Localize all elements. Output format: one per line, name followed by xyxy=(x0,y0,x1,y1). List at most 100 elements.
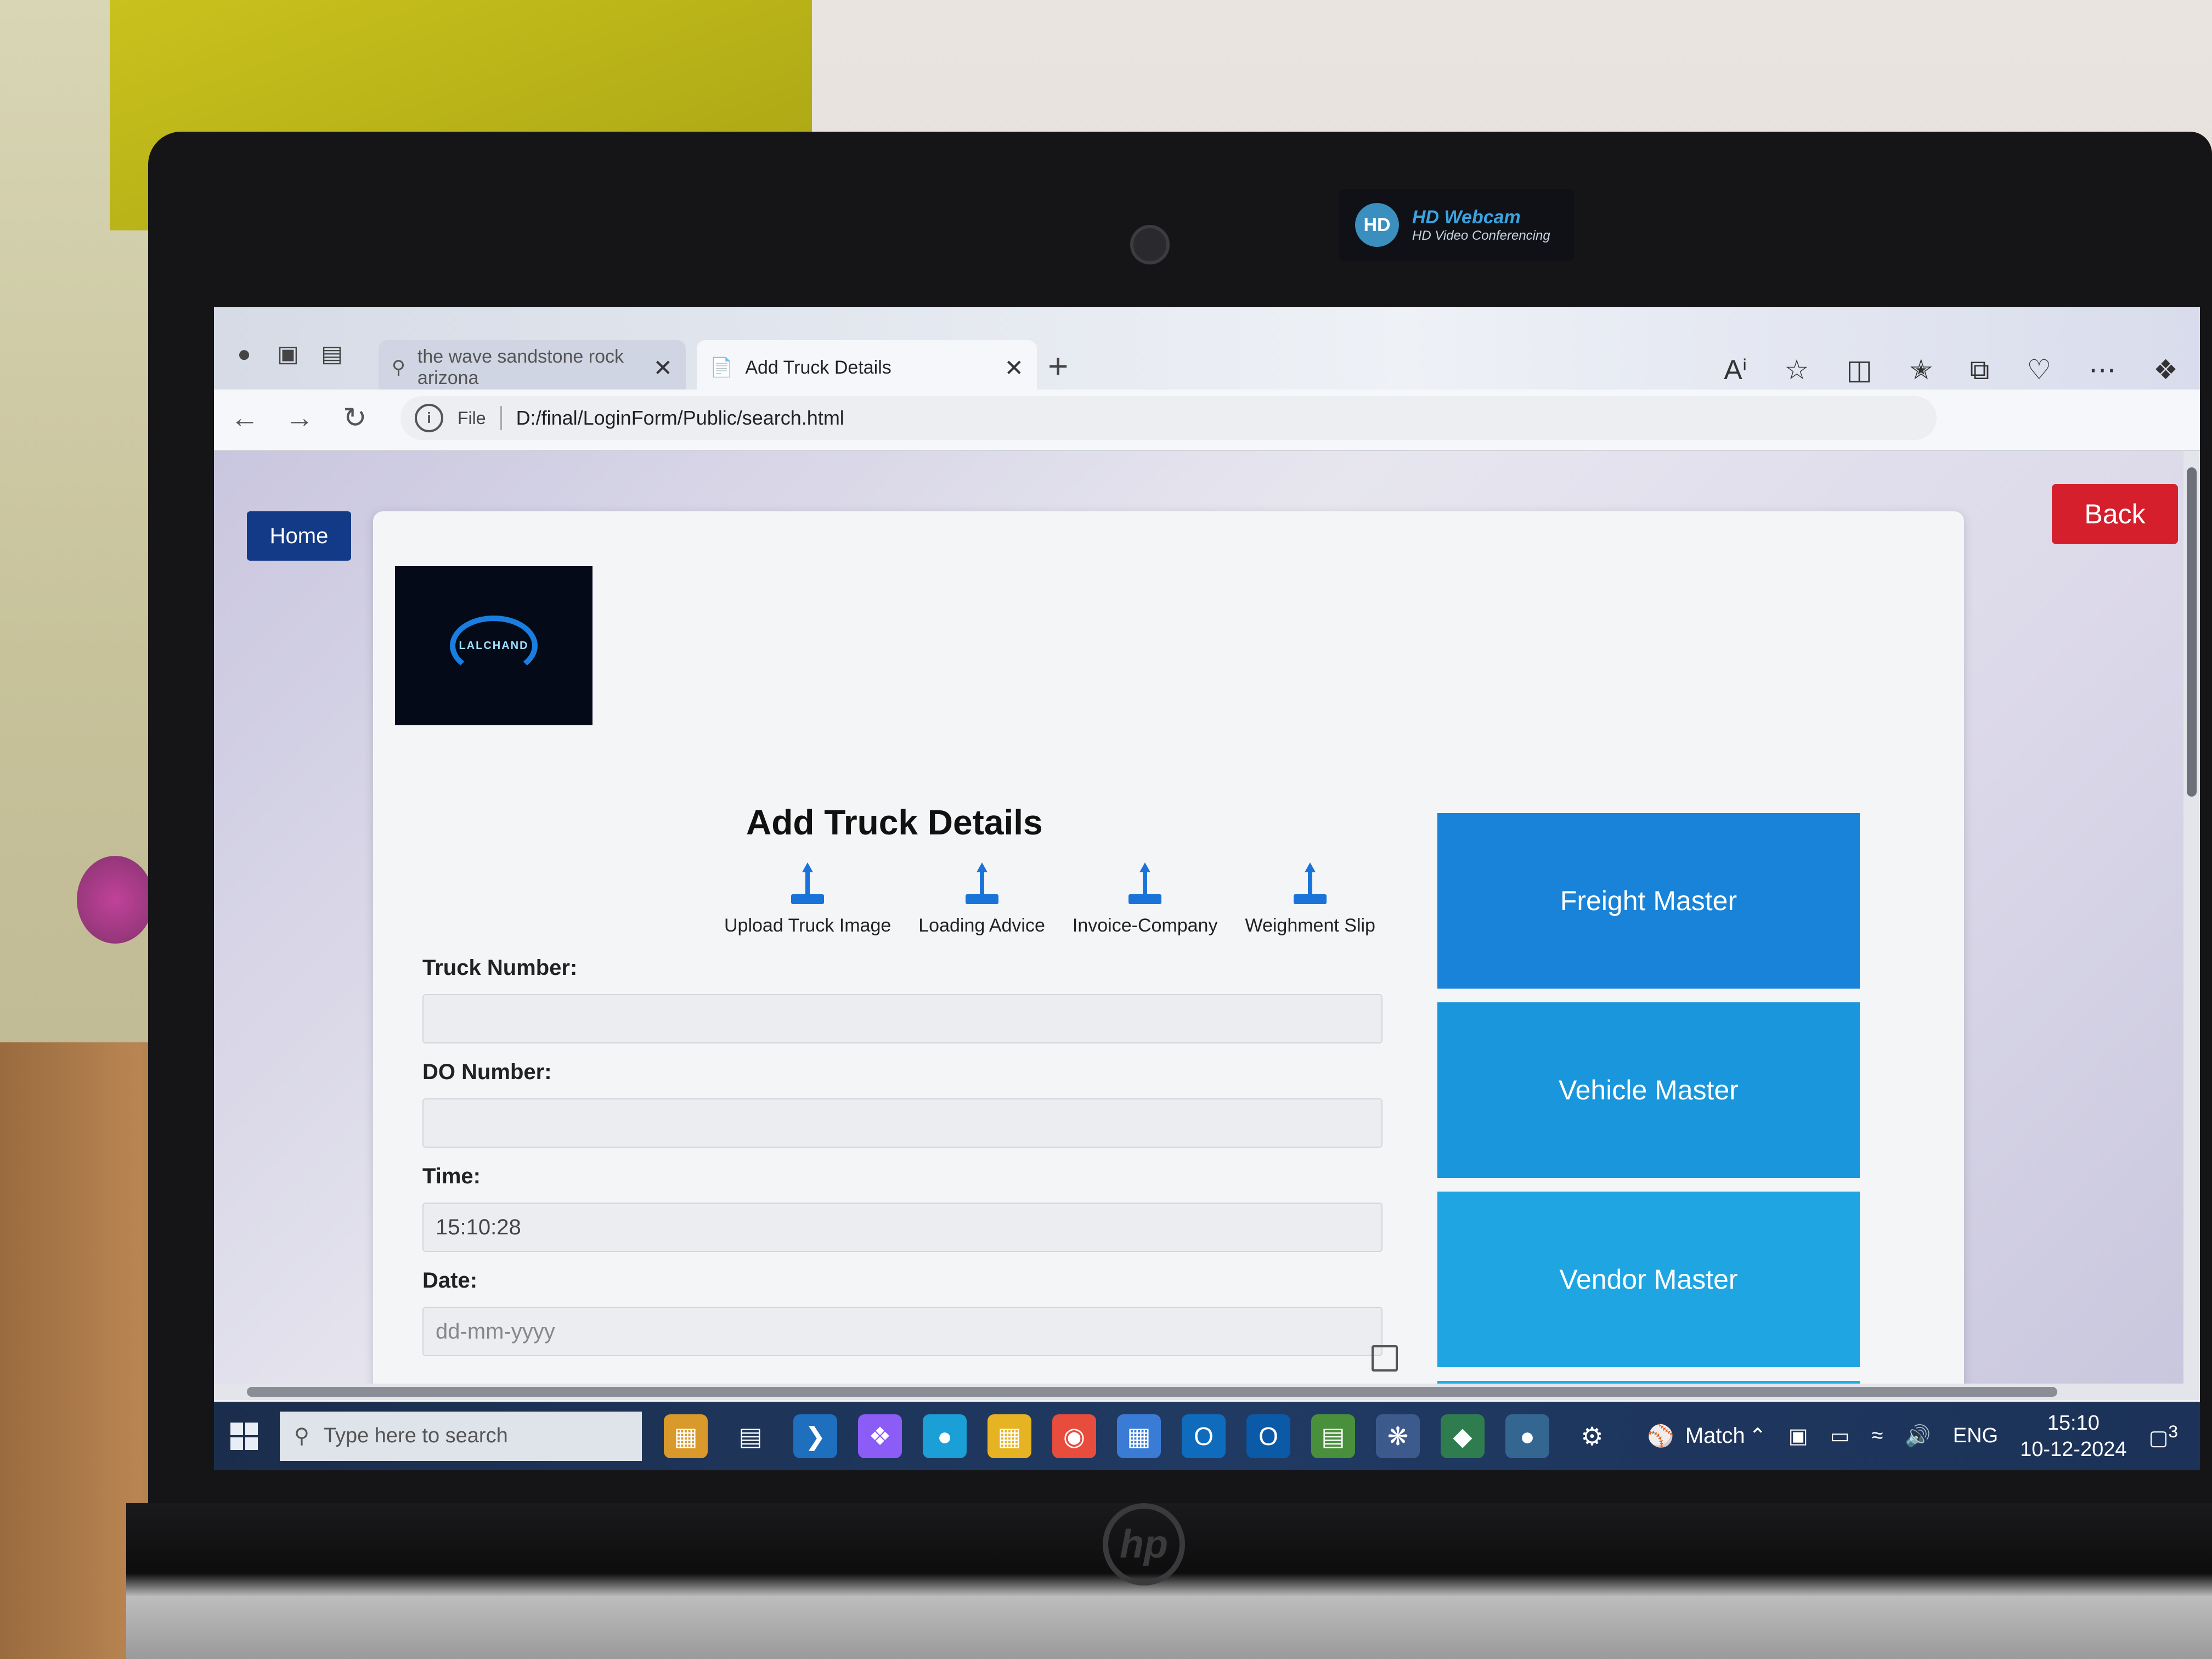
calendar-icon[interactable] xyxy=(1372,1345,1398,1372)
scroll-thumb[interactable] xyxy=(247,1387,2057,1397)
copilot-icon[interactable]: ❖ xyxy=(858,1414,902,1458)
upload-icon xyxy=(1290,862,1330,906)
url-text[interactable]: D:/final/LoginForm/Public/search.html xyxy=(516,407,844,430)
do-number-input[interactable] xyxy=(422,1098,1383,1148)
system-tray: ⌃ ▣ ▭ ≈ 🔊 ENG 15:10 10-12-2024 ▢3 xyxy=(1749,1410,2178,1463)
upload-label: Upload Truck Image xyxy=(724,915,891,936)
tab-add-truck-details[interactable]: 📄 Add Truck Details ✕ xyxy=(697,340,1037,395)
scroll-thumb[interactable] xyxy=(2187,467,2197,797)
back-button[interactable]: Back xyxy=(2052,484,2178,544)
truck-number-input[interactable] xyxy=(422,994,1383,1043)
vscode-icon[interactable]: ❯ xyxy=(793,1414,837,1458)
cricket-icon: ⚾ xyxy=(1647,1424,1674,1448)
invoice-company-button[interactable]: Invoice-Company xyxy=(1072,862,1218,936)
search-icon: ⚲ xyxy=(294,1425,309,1448)
vehicle-master-button[interactable]: Vehicle Master xyxy=(1437,1002,1860,1178)
upload-label: Invoice-Company xyxy=(1072,915,1218,936)
freight-master-button[interactable]: Freight Master xyxy=(1437,813,1860,989)
company-logo: LALCHAND xyxy=(395,566,592,725)
compass-icon[interactable]: ❋ xyxy=(1376,1414,1420,1458)
form-card: LALCHAND Add Truck Details Upload Truck … xyxy=(373,511,1964,1384)
notifications-icon[interactable]: ▢3 xyxy=(2148,1421,2178,1451)
search-icon: ⚲ xyxy=(392,357,405,378)
close-icon[interactable]: ✕ xyxy=(1005,354,1024,381)
favorites-list-icon[interactable]: ✭ xyxy=(1910,354,1933,386)
favorite-star-icon[interactable]: ☆ xyxy=(1785,354,1809,386)
browser-essentials-icon[interactable]: ♡ xyxy=(2027,354,2051,386)
tab-actions-icon[interactable]: ▤ xyxy=(318,340,346,368)
forward-arrow-icon[interactable]: → xyxy=(285,402,314,435)
postgres-icon[interactable]: ● xyxy=(1505,1414,1549,1458)
logo-mark: LALCHAND xyxy=(450,616,538,676)
time-input[interactable]: 15:10:28 xyxy=(422,1203,1383,1252)
task-view-icon[interactable]: ▤ xyxy=(729,1414,772,1458)
collections-icon[interactable]: ⧉ xyxy=(1970,354,1990,386)
upload-label: Weighment Slip xyxy=(1245,915,1375,936)
chrome-icon[interactable]: ◉ xyxy=(1052,1414,1096,1458)
weather-widget[interactable]: ⚾ Match xyxy=(1647,1423,1745,1449)
browser-tab-bar: ● ▣ ▤ ⚲ the wave sandstone rock arizona … xyxy=(214,307,2200,395)
truck-number-label: Truck Number: xyxy=(422,956,578,980)
browser-toolbar: Aⁱ ☆ ◫ ✭ ⧉ ♡ ⋯ ❖ xyxy=(1724,354,2178,386)
address-bar[interactable]: i File D:/final/LoginForm/Public/search.… xyxy=(400,396,1937,440)
hp-logo: hp xyxy=(1103,1503,1185,1585)
new-tab-plus-icon[interactable]: + xyxy=(1048,346,1068,386)
profile-icon[interactable]: ● xyxy=(230,340,258,368)
chart-app-icon[interactable]: ▤ xyxy=(1311,1414,1355,1458)
upload-label: Loading Advice xyxy=(918,915,1045,936)
horizontal-scrollbar[interactable] xyxy=(214,1384,2183,1400)
wifi-icon[interactable]: ≈ xyxy=(1872,1424,1883,1448)
date-label: Date: xyxy=(422,1268,478,1293)
language-indicator[interactable]: ENG xyxy=(1953,1424,1998,1448)
upload-truck-image-button[interactable]: Upload Truck Image xyxy=(724,862,891,936)
windows-start-icon[interactable] xyxy=(230,1422,258,1450)
outlook-new-icon[interactable]: O xyxy=(1246,1414,1290,1458)
chevron-up-icon[interactable]: ⌃ xyxy=(1749,1424,1767,1448)
more-menu-icon[interactable]: ⋯ xyxy=(2089,354,2116,386)
split-screen-icon[interactable]: ◫ xyxy=(1846,354,1872,386)
weighment-slip-button[interactable]: Weighment Slip xyxy=(1245,862,1375,936)
tab-search-result[interactable]: ⚲ the wave sandstone rock arizona ✕ xyxy=(379,340,686,395)
upload-icon xyxy=(962,862,1002,906)
webcam-icon: HD xyxy=(1355,203,1399,247)
vendor-master-button[interactable]: Vendor Master xyxy=(1437,1192,1860,1367)
windows-taskbar: ⚲ Type here to search ▦ ▤ ❯ ❖ ● ▦ ◉ ▦ O … xyxy=(214,1402,2200,1470)
notification-count: 3 xyxy=(2168,1421,2178,1442)
do-number-label: DO Number: xyxy=(422,1060,552,1084)
date-input[interactable]: dd-mm-yyyy xyxy=(422,1307,1383,1356)
taskbar-apps: ▦ ▤ ❯ ❖ ● ▦ ◉ ▦ O O ▤ ❋ ◆ ● ⚙ xyxy=(664,1414,1614,1458)
home-button[interactable]: Home xyxy=(247,511,351,561)
refresh-icon[interactable]: ↻ xyxy=(343,402,367,435)
loading-advice-button[interactable]: Loading Advice xyxy=(918,862,1045,936)
read-aloud-icon[interactable]: Aⁱ xyxy=(1724,354,1747,386)
vertical-scrollbar[interactable] xyxy=(2183,451,2200,1400)
webcam-lens xyxy=(1130,225,1170,264)
edge-icon[interactable]: ● xyxy=(923,1414,967,1458)
display-icon[interactable]: ▣ xyxy=(1788,1424,1808,1448)
battery-icon[interactable]: ▭ xyxy=(1830,1424,1850,1448)
upload-icon xyxy=(1125,862,1165,906)
mongodb-icon[interactable]: ◆ xyxy=(1441,1414,1485,1458)
webcam-title: HD Webcam xyxy=(1412,206,1521,228)
briefcase-icon[interactable]: ▦ xyxy=(664,1414,708,1458)
time-label: Time: xyxy=(422,1164,481,1188)
clock[interactable]: 15:10 10-12-2024 xyxy=(2020,1410,2126,1463)
info-icon[interactable]: i xyxy=(415,404,443,432)
settings-gear-icon[interactable]: ⚙ xyxy=(1570,1414,1614,1458)
workspaces-icon[interactable]: ▣ xyxy=(274,340,302,368)
url-divider xyxy=(500,406,502,430)
store-icon[interactable]: ▦ xyxy=(1117,1414,1161,1458)
search-placeholder: Type here to search xyxy=(323,1424,508,1447)
taskbar-search[interactable]: ⚲ Type here to search xyxy=(280,1411,642,1461)
file-explorer-icon[interactable]: ▦ xyxy=(988,1414,1031,1458)
copilot-icon[interactable]: ❖ xyxy=(2153,354,2178,386)
tab-label: the wave sandstone rock arizona xyxy=(417,346,624,388)
outlook-icon[interactable]: O xyxy=(1182,1414,1226,1458)
page-icon: 📄 xyxy=(710,357,733,378)
volume-icon[interactable]: 🔊 xyxy=(1905,1424,1931,1448)
back-arrow-icon[interactable]: ← xyxy=(230,402,259,435)
close-icon[interactable]: ✕ xyxy=(653,354,673,381)
webcam-subtitle: HD Video Conferencing xyxy=(1412,228,1550,243)
upload-actions: Upload Truck Image Loading Advice Invoic… xyxy=(724,862,1375,936)
upload-icon xyxy=(788,862,827,906)
